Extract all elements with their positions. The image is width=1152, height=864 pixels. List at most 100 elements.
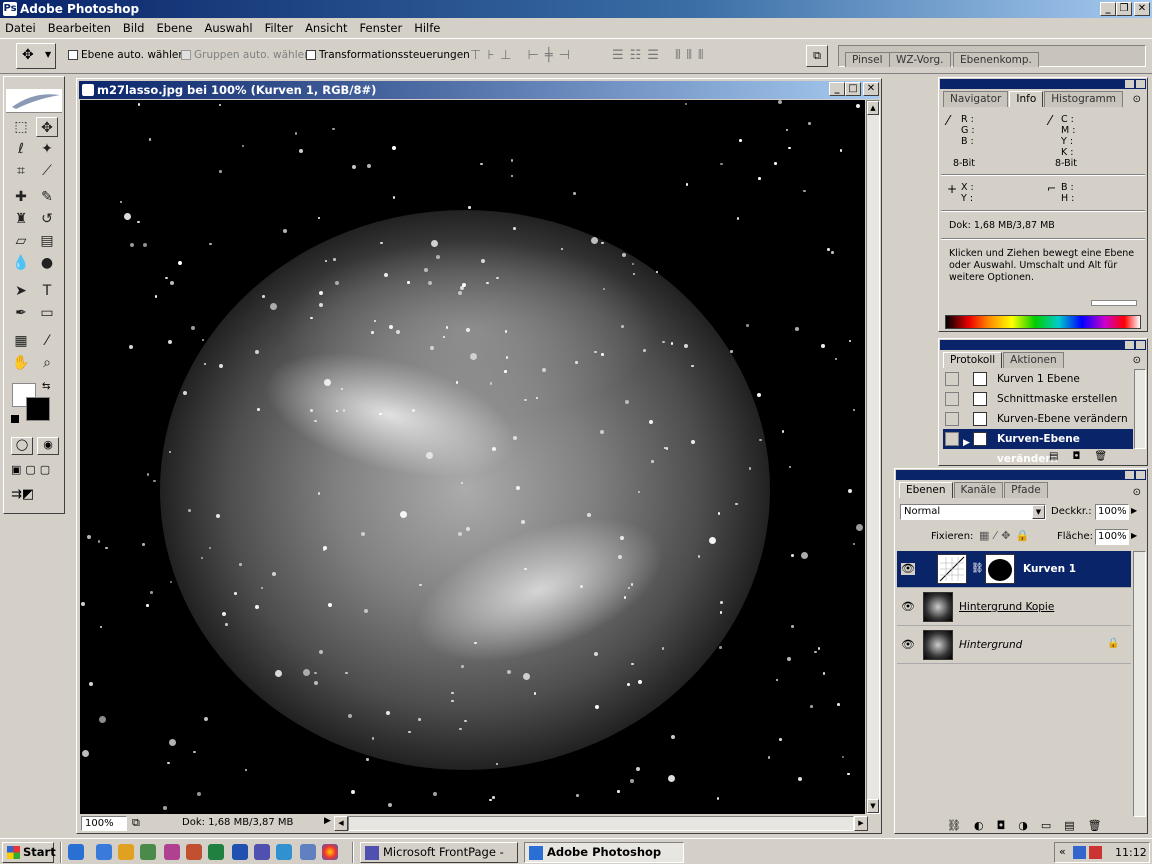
chevron-down-icon[interactable]: ▼	[1032, 505, 1045, 519]
maximize-button[interactable]: ❐	[1116, 2, 1132, 16]
desktop-icon[interactable]	[140, 844, 156, 860]
visibility-eye-icon[interactable]: 👁	[901, 601, 915, 613]
layer-name[interactable]: Hintergrund	[959, 639, 1022, 651]
doc-minimize-button[interactable]: _	[829, 82, 845, 96]
well-tab-tool-presets[interactable]: WZ-Vorg.	[889, 52, 951, 67]
well-tab-layer-comps[interactable]: Ebenenkomp.	[953, 52, 1039, 67]
move-tool-icon[interactable]: ✥	[36, 117, 58, 137]
menu-datei[interactable]: Datei	[5, 21, 36, 35]
frontpage-icon[interactable]	[254, 844, 270, 860]
task-frontpage[interactable]: Microsoft FrontPage - D:...	[360, 842, 518, 863]
panel-close-icon[interactable]	[1136, 471, 1145, 479]
layer-row-active[interactable]: 👁 ⛓ Kurven 1	[897, 551, 1131, 588]
magic-wand-tool-icon[interactable]: ✦	[36, 139, 58, 159]
hand-tool-icon[interactable]: ✋	[10, 353, 32, 373]
type-tool-icon[interactable]: T	[36, 281, 58, 301]
crop-tool-icon[interactable]: ⌗	[10, 161, 32, 181]
history-snapshot-checkbox[interactable]	[945, 372, 959, 386]
history-item[interactable]: Kurven 1 Ebene	[943, 369, 1133, 389]
history-snapshot-checkbox[interactable]	[945, 392, 959, 406]
blur-tool-icon[interactable]: 💧	[10, 253, 32, 273]
access-icon[interactable]	[186, 844, 202, 860]
outlook-icon[interactable]	[300, 844, 316, 860]
healing-brush-tool-icon[interactable]: ✚	[10, 187, 32, 207]
layer-name[interactable]: Kurven 1	[1023, 563, 1076, 575]
screen-mode-buttons[interactable]: ▣▢▢	[11, 463, 54, 476]
tab-history[interactable]: Protokoll	[943, 352, 1003, 368]
history-footer-buttons[interactable]: ▤◘🗑	[1049, 451, 1121, 462]
path-selection-tool-icon[interactable]: ➤	[10, 281, 32, 301]
minimize-button[interactable]: _	[1100, 2, 1116, 16]
menu-hilfe[interactable]: Hilfe	[414, 21, 440, 35]
publisher-icon[interactable]	[276, 844, 292, 860]
history-item-active[interactable]: ▶ Kurven-Ebene verändern	[943, 429, 1133, 465]
blend-mode-select[interactable]: Normal ▼	[900, 504, 1046, 520]
align-buttons[interactable]: ⊤⊦⊥ ⊢╪⊣	[470, 48, 576, 63]
fill-arrow-icon[interactable]: ▶	[1131, 531, 1137, 540]
panel-minimize-icon[interactable]	[1125, 80, 1134, 88]
vertical-scrollbar[interactable]: ▲ ▼	[866, 100, 880, 814]
close-button[interactable]: ✕	[1134, 2, 1150, 16]
mail-icon[interactable]	[118, 844, 134, 860]
link-cell[interactable]	[923, 555, 931, 583]
zoom-field[interactable]: 100%	[81, 816, 127, 831]
menu-ebene[interactable]: Ebene	[156, 21, 192, 35]
layer-name[interactable]: Hintergrund Kopie	[959, 601, 1054, 613]
curves-adjustment-thumbnail[interactable]	[937, 554, 967, 584]
fill-field[interactable]: 100%	[1095, 529, 1129, 545]
scroll-down-button[interactable]: ▼	[867, 799, 879, 813]
menu-fenster[interactable]: Fenster	[360, 21, 403, 35]
start-button[interactable]: Start	[2, 842, 56, 863]
tab-histogram[interactable]: Histogramm	[1044, 91, 1123, 107]
horizontal-scrollbar[interactable]	[348, 816, 854, 831]
visibility-eye-icon[interactable]: 👁	[901, 639, 915, 651]
history-snapshot-checkbox[interactable]	[945, 412, 959, 426]
layers-footer-buttons[interactable]: ⛓◐◘◑▭▤🗑	[947, 819, 1115, 832]
scroll-right-button[interactable]: ▶	[854, 816, 868, 831]
panel-menu-icon[interactable]: ⊙	[1133, 94, 1141, 105]
eraser-tool-icon[interactable]: ▱	[10, 231, 32, 251]
ie-icon[interactable]	[68, 844, 84, 860]
well-tab-brushes[interactable]: Pinsel	[845, 52, 890, 67]
color-ramp-slider[interactable]	[1091, 300, 1137, 306]
menu-bild[interactable]: Bild	[123, 21, 145, 35]
layer-thumbnail[interactable]	[923, 630, 953, 660]
notes-tool-icon[interactable]: ▦	[10, 331, 32, 351]
menu-bearbeiten[interactable]: Bearbeiten	[48, 21, 111, 35]
layer-row[interactable]: 👁 Hintergrund Kopie	[897, 589, 1131, 626]
history-item[interactable]: Schnittmaske erstellen	[943, 389, 1133, 409]
layer-mask-thumbnail[interactable]	[985, 554, 1015, 584]
file-browser-button[interactable]: ⧉	[806, 45, 828, 67]
eyedropper-tool-icon[interactable]: ⁄	[36, 331, 58, 351]
visibility-eye-icon[interactable]: 👁	[901, 563, 915, 575]
tab-navigator[interactable]: Navigator	[943, 91, 1009, 107]
status-menu-arrow-icon[interactable]: ▶	[324, 816, 331, 826]
lock-buttons[interactable]: ▦⁄✥🔒	[979, 529, 1034, 542]
default-colors-icon[interactable]	[11, 415, 19, 423]
tab-actions[interactable]: Aktionen	[1003, 352, 1064, 368]
menu-filter[interactable]: Filter	[265, 21, 293, 35]
tab-paths[interactable]: Pfade	[1004, 482, 1048, 498]
quickmask-mode-button[interactable]: ◉	[37, 437, 59, 455]
history-brush-tool-icon[interactable]: ↺	[36, 209, 58, 229]
auto-select-layer-option[interactable]: Ebene auto. wählen	[68, 49, 185, 61]
panel-minimize-icon[interactable]	[1125, 471, 1134, 479]
gradient-tool-icon[interactable]: ▤	[36, 231, 58, 251]
slice-tool-icon[interactable]: ⟋	[36, 161, 58, 181]
clone-stamp-tool-icon[interactable]: ♜	[10, 209, 32, 229]
lasso-tool-icon[interactable]: ℓ	[10, 139, 32, 159]
tool-preset-picker[interactable]: ✥ ▼	[16, 43, 56, 69]
antivirus-icon[interactable]	[1089, 846, 1102, 859]
tab-channels[interactable]: Kanäle	[953, 482, 1004, 498]
scroll-up-button[interactable]: ▲	[867, 101, 879, 115]
dodge-tool-icon[interactable]: ●	[36, 253, 58, 273]
pen-tool-icon[interactable]: ✒	[10, 303, 32, 323]
background-color-swatch[interactable]	[26, 397, 50, 421]
color-ramp[interactable]	[945, 315, 1141, 329]
distribute-buttons[interactable]: ☰☷☰ ⫴⫴⫴	[612, 48, 709, 63]
status-icon[interactable]: ⧉	[132, 816, 140, 830]
panel-minimize-icon[interactable]	[1125, 341, 1134, 349]
network-icon[interactable]	[1073, 846, 1086, 859]
brush-tool-icon[interactable]: ✎	[36, 187, 58, 207]
layers-scrollbar[interactable]	[1133, 551, 1146, 817]
